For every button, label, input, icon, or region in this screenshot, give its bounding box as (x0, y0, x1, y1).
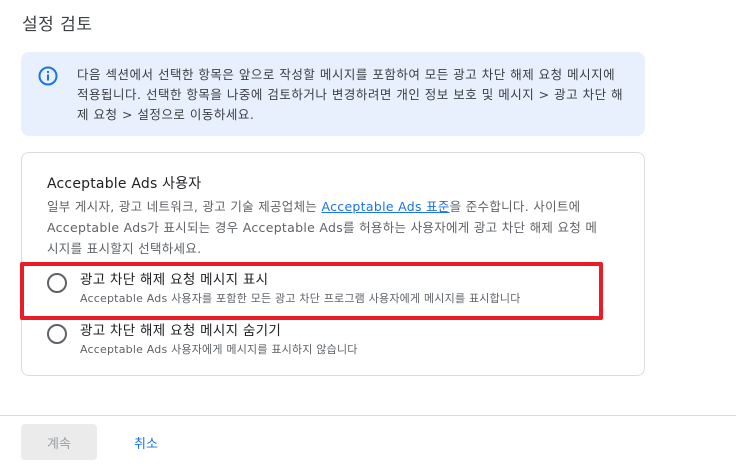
card-title: Acceptable Ads 사용자 (47, 176, 202, 192)
option-sublabel: Acceptable Ads 사용자에게 메시지를 표시하지 않습니다 (80, 343, 358, 356)
option-label: 광고 차단 해제 요청 메시지 숨기기 (80, 323, 282, 339)
acceptable-ads-standard-link[interactable]: Acceptable Ads 표준 (321, 199, 449, 214)
info-banner: 다음 섹션에서 선택한 항목은 앞으로 작성할 메시지를 포함하여 모든 광고 … (21, 52, 645, 136)
continue-button[interactable]: 계속 (21, 424, 97, 460)
option-hide-message[interactable]: 광고 차단 해제 요청 메시지 숨기기 Acceptable Ads 사용자에게… (22, 314, 646, 364)
option-sublabel: Acceptable Ads 사용자를 포함한 모든 광고 차단 프로그램 사용… (80, 292, 521, 305)
info-text: 다음 섹션에서 선택한 항목은 앞으로 작성할 메시지를 포함하여 모든 광고 … (77, 67, 624, 122)
desc-text-before: 일부 게시자, 광고 네트워크, 광고 기술 제공업체는 (47, 199, 322, 214)
radio-show-message[interactable] (47, 273, 67, 293)
option-label: 광고 차단 해제 요청 메시지 표시 (80, 272, 269, 288)
footer-divider (0, 415, 736, 416)
page-title: 설정 검토 (22, 15, 93, 35)
acceptable-ads-card: Acceptable Ads 사용자 일부 게시자, 광고 네트워크, 광고 기… (21, 152, 645, 376)
card-description: 일부 게시자, 광고 네트워크, 광고 기술 제공업체는 Acceptable … (47, 196, 607, 259)
option-show-message[interactable]: 광고 차단 해제 요청 메시지 표시 Acceptable Ads 사용자를 포… (22, 263, 646, 313)
cancel-button[interactable]: 취소 (116, 424, 176, 460)
review-settings-page: 설정 검토 다음 섹션에서 선택한 항목은 앞으로 작성할 메시지를 포함하여 … (0, 0, 736, 467)
info-icon (38, 66, 58, 86)
radio-hide-message[interactable] (47, 324, 67, 344)
